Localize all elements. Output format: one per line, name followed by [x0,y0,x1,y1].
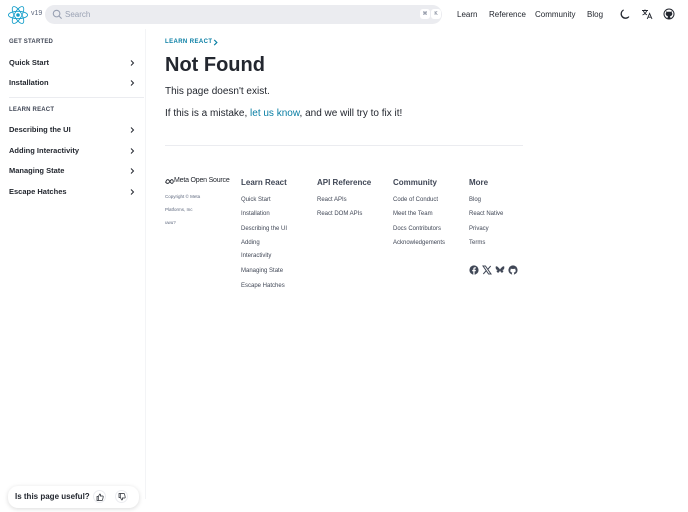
footer-link-describing-the-ui[interactable]: Describing the UI [241,226,287,232]
sidebar-item-label: Installation [9,78,49,87]
thumbs-up-button[interactable] [93,490,106,503]
not-found-message: This page doesn't exist. [165,86,270,97]
let-us-know-link[interactable]: let us know [250,108,299,119]
chevron-right-icon [130,60,135,66]
copyright-line-1: Copyright © Meta [165,194,201,199]
copyright-line-2: Platforms, Inc [165,207,193,212]
sidebar-border [145,29,146,499]
sidebar-item-escape-hatches[interactable]: Escape Hatches [9,187,136,201]
footer-link-interactivity[interactable]: Interactivity [241,253,271,259]
footer-heading-learn-react[interactable]: Learn React [241,178,287,187]
uwu-toggle-link[interactable]: uwu? [165,219,176,226]
sidebar-item-describing-the-ui[interactable]: Describing the UI [9,125,136,139]
footer-link-acknowledgements[interactable]: Acknowledgements [393,240,445,246]
footer-heading-more: More [469,178,489,187]
meta-open-source-label: Meta Open Source [174,177,230,184]
search-icon [52,9,63,20]
sidebar-item-adding-interactivity[interactable]: Adding Interactivity [9,146,136,160]
footer-link-meet-the-team[interactable]: Meet the Team [393,211,433,217]
mistake-text-before: If this is a mistake, [165,108,251,119]
footer-heading-api-reference[interactable]: API Reference [317,178,371,187]
sidebar-heading-learn-react: LEARN REACT [9,107,55,113]
content-divider [165,145,523,146]
top-nav-bar: v19 Search ⌘ K Learn Reference Community… [0,0,688,29]
translate-icon[interactable] [641,8,653,20]
footer-link-react-dom-apis[interactable]: React DOM APIs [317,211,362,217]
sidebar-item-installation[interactable]: Installation [9,78,136,92]
nav-reference[interactable]: Reference [489,10,526,19]
chevron-right-icon [130,127,135,133]
chevron-right-icon [130,168,135,174]
github-icon[interactable] [663,8,675,20]
footer-link-react-apis[interactable]: React APIs [317,197,347,203]
sidebar-item-label: Adding Interactivity [9,146,80,155]
footer-heading-community[interactable]: Community [393,178,437,187]
thumbs-down-icon [118,493,126,501]
thumbs-up-icon [96,493,104,501]
github-icon[interactable] [508,265,518,275]
kbd-cmd: ⌘ [420,9,430,19]
meta-infinity-icon [165,179,174,184]
meta-open-source-logo[interactable]: Meta Open Source [165,177,239,186]
feedback-question: Is this page useful? [15,492,90,501]
mistake-text-after: , and we will try to fix it! [299,108,403,119]
bluesky-icon[interactable] [495,265,505,275]
nav-blog[interactable]: Blog [587,10,603,19]
feedback-widget: Is this page useful? [8,486,139,508]
thumbs-down-button[interactable] [115,490,128,503]
version-label[interactable]: v19 [31,10,42,17]
search-input[interactable]: Search ⌘ K [45,5,442,24]
chevron-right-icon [130,189,135,195]
footer-link-managing-state[interactable]: Managing State [241,268,283,274]
sidebar-item-quick-start[interactable]: Quick Start [9,58,136,72]
sidebar-item-label: Quick Start [9,58,50,67]
react-logo-icon[interactable] [8,5,28,25]
footer-link-escape-hatches[interactable]: Escape Hatches [241,283,285,289]
dark-mode-moon-icon[interactable] [619,8,631,20]
sidebar-item-label: Describing the UI [9,125,71,134]
sidebar-divider [9,97,144,98]
chevron-right-icon [130,148,135,154]
sidebar-item-label: Managing State [9,166,65,175]
footer-link-quick-start[interactable]: Quick Start [241,197,271,203]
breadcrumb[interactable]: LEARN REACT [165,39,212,45]
footer-link-adding[interactable]: Adding [241,240,260,246]
footer-link-docs-contributors[interactable]: Docs Contributors [393,226,441,232]
sidebar-heading-get-started: GET STARTED [9,39,54,45]
footer-link-react-native[interactable]: React Native [469,211,503,217]
x-icon[interactable] [482,265,492,275]
chevron-right-icon [213,39,218,46]
kbd-k: K [431,9,441,19]
page-title: Not Found [165,54,265,76]
chevron-right-icon [130,80,135,86]
footer-link-installation[interactable]: Installation [241,211,270,217]
nav-learn[interactable]: Learn [457,10,477,19]
footer-link-code-of-conduct[interactable]: Code of Conduct [393,197,438,203]
sidebar-item-managing-state[interactable]: Managing State [9,166,136,180]
footer-link-terms[interactable]: Terms [469,240,485,246]
nav-community[interactable]: Community [535,10,575,19]
footer-link-blog[interactable]: Blog [469,197,481,203]
search-placeholder: Search [65,10,91,19]
facebook-icon[interactable] [469,265,479,275]
sidebar-item-label: Escape Hatches [9,187,67,196]
mistake-message: If this is a mistake, let us know, and w… [165,108,402,119]
footer-link-privacy[interactable]: Privacy [469,226,489,232]
